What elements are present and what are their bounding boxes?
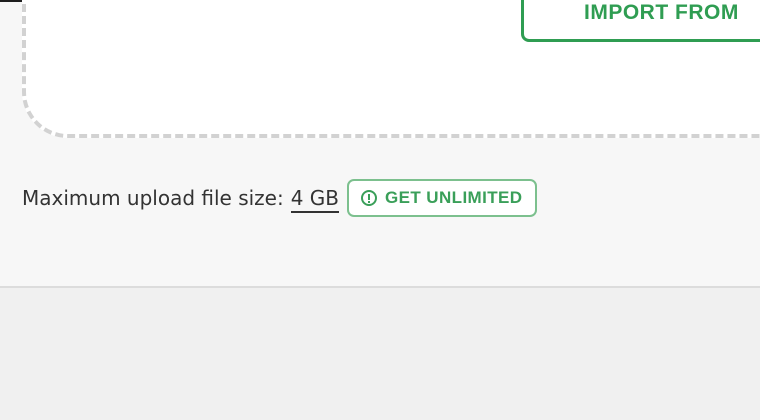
get-unlimited-button[interactable]: GET UNLIMITED (347, 179, 538, 217)
upload-limit-row: Maximum upload file size: 4 GB GET UNLIM… (22, 178, 538, 218)
get-unlimited-label: GET UNLIMITED (385, 188, 523, 207)
upload-limit-value[interactable]: 4 GB (290, 186, 340, 213)
upload-limit-label: Maximum upload file size: (22, 186, 284, 210)
import-from-button[interactable]: IMPORT FROM (521, 0, 760, 42)
info-circle-icon (361, 190, 378, 206)
upload-panel: IMPORT FROM Maximum upload file size: 4 … (0, 0, 760, 288)
